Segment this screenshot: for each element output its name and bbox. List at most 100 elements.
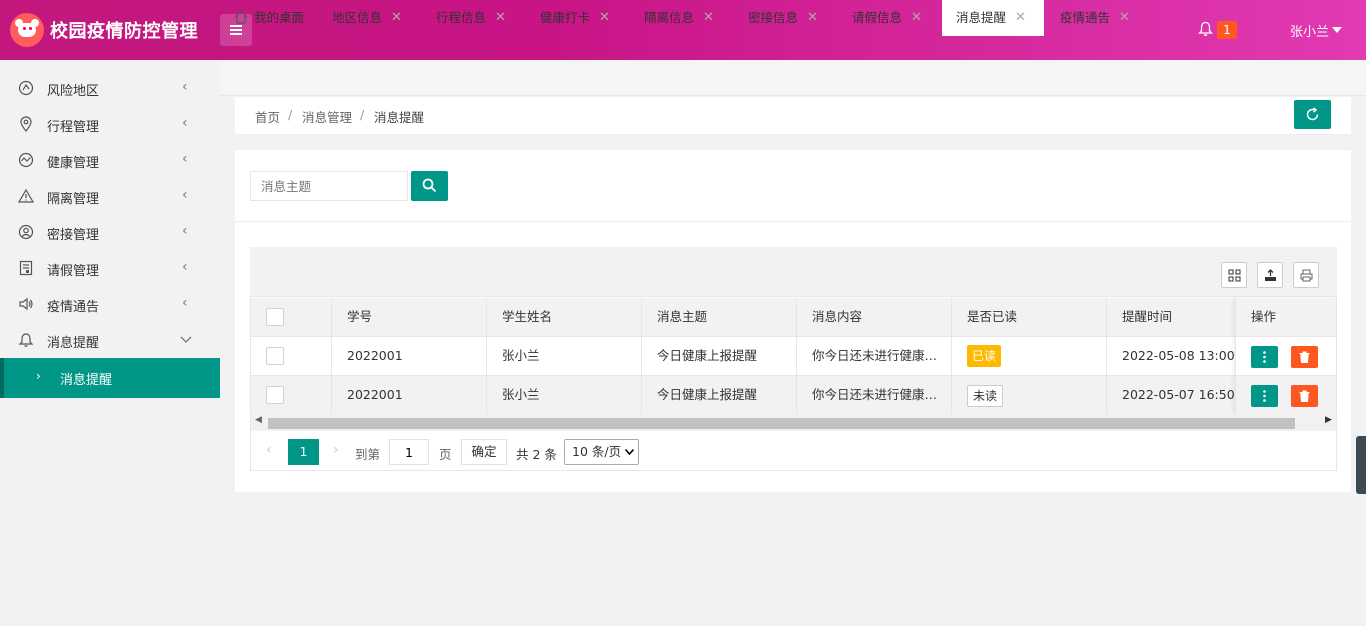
- scroll-left-icon[interactable]: ◀: [255, 415, 262, 425]
- column-header-content[interactable]: 消息内容: [812, 297, 862, 336]
- divider: [951, 298, 952, 415]
- map-icon: [18, 80, 34, 96]
- sidebar-item-leave[interactable]: 请假管理 ‹: [0, 250, 220, 286]
- close-icon[interactable]: ✕: [391, 0, 402, 36]
- chevron-down-icon: [625, 449, 634, 455]
- scroll-right-icon[interactable]: ▶: [1325, 415, 1332, 425]
- cell-content: 你今日还未进行健康…: [812, 387, 937, 402]
- breadcrumb-message-mgmt[interactable]: 消息管理: [302, 107, 352, 126]
- tab-home[interactable]: 我的桌面: [220, 0, 320, 36]
- bell-icon[interactable]: [1198, 21, 1213, 37]
- sidebar-item-health[interactable]: 健康管理 ‹: [0, 142, 220, 178]
- warning-icon: [18, 188, 34, 203]
- divider: [1106, 298, 1107, 415]
- more-vertical-icon: [1263, 390, 1266, 402]
- select-all-checkbox[interactable]: [266, 308, 284, 326]
- chevron-right-icon: ›: [36, 369, 41, 383]
- breadcrumb-home[interactable]: 首页: [255, 107, 280, 126]
- logo-icon: [10, 13, 44, 47]
- sidebar-item-notice[interactable]: 疫情通告 ‹: [0, 286, 220, 322]
- print-button[interactable]: [1293, 262, 1319, 288]
- sidebar-item-risk-area[interactable]: 风险地区 ‹: [0, 70, 220, 106]
- row-checkbox[interactable]: [266, 386, 284, 404]
- more-vertical-icon: [1263, 351, 1266, 363]
- total-count: 共 2 条: [516, 447, 557, 462]
- cell-student-id: 2022001: [347, 348, 403, 363]
- print-icon: [1300, 269, 1313, 282]
- table-toolbar: [250, 247, 1337, 297]
- search-input[interactable]: [250, 171, 408, 201]
- columns-filter-button[interactable]: [1221, 262, 1247, 288]
- tab-isolation-info[interactable]: 隔离信息 ✕: [632, 0, 736, 36]
- delete-button[interactable]: [1291, 385, 1318, 407]
- tab-label: 消息提醒: [956, 10, 1007, 25]
- column-header-read-status[interactable]: 是否已读: [967, 297, 1017, 336]
- next-page-icon[interactable]: ›: [333, 442, 339, 458]
- cell-subject: 今日健康上报提醒: [657, 348, 758, 363]
- side-widget-handle[interactable]: [1356, 436, 1366, 494]
- refresh-button[interactable]: [1294, 100, 1331, 129]
- cell-subject: 今日健康上报提醒: [657, 387, 758, 402]
- tab-area-info[interactable]: 地区信息 ✕: [320, 0, 424, 36]
- delete-button[interactable]: [1291, 346, 1318, 368]
- column-header-student-id[interactable]: 学号: [347, 297, 372, 336]
- goto-label: 到第: [355, 447, 381, 462]
- cell-content: 你今日还未进行健康…: [812, 348, 937, 363]
- tab-label: 请假信息: [852, 10, 903, 25]
- status-badge: 未读: [967, 385, 1003, 407]
- prev-page-icon[interactable]: ‹: [266, 442, 272, 458]
- app-title: 校园疫情防控管理: [50, 21, 198, 42]
- close-icon[interactable]: ✕: [911, 0, 922, 36]
- chevron-left-icon: ‹: [182, 223, 188, 239]
- row-checkbox[interactable]: [266, 347, 284, 365]
- speaker-icon: [19, 297, 33, 311]
- tab-contact-info[interactable]: 密接信息 ✕: [736, 0, 840, 36]
- column-header-student-name[interactable]: 学生姓名: [502, 297, 552, 336]
- grid-icon: [1228, 269, 1241, 282]
- close-icon[interactable]: ✕: [599, 0, 610, 36]
- close-icon[interactable]: ✕: [703, 0, 714, 36]
- chart-icon: [18, 152, 34, 168]
- cell-student-name: 张小兰: [502, 387, 540, 402]
- tab-label: 密接信息: [748, 10, 799, 25]
- page-current[interactable]: 1: [288, 439, 319, 465]
- tab-leave-info[interactable]: 请假信息 ✕: [840, 0, 944, 36]
- tab-message-reminder[interactable]: 消息提醒 ✕: [942, 0, 1044, 36]
- user-name[interactable]: 张小兰: [1290, 21, 1329, 40]
- page-size-select[interactable]: 10 条/页: [564, 439, 639, 465]
- sidebar-item-trip[interactable]: 行程管理 ‹: [0, 106, 220, 142]
- column-header-remind-time[interactable]: 提醒时间: [1122, 297, 1172, 336]
- bell-icon: [18, 333, 34, 347]
- export-icon: [1265, 269, 1276, 281]
- tab-epidemic-notice[interactable]: 疫情通告 ✕: [1044, 0, 1148, 36]
- sidebar-item-close-contact[interactable]: 密接管理 ‹: [0, 214, 220, 250]
- goto-confirm-button[interactable]: 确定: [461, 439, 507, 465]
- divider: [235, 221, 1351, 222]
- tab-trip-info[interactable]: 行程信息 ✕: [424, 0, 528, 36]
- chevron-left-icon: ‹: [182, 79, 188, 95]
- sidebar-subitem-message-reminder[interactable]: › 消息提醒: [0, 358, 220, 398]
- page-unit-label: 页: [439, 447, 452, 462]
- breadcrumb-separator: /: [360, 107, 365, 122]
- column-header-subject[interactable]: 消息主题: [657, 297, 707, 336]
- caret-down-icon[interactable]: [1332, 27, 1342, 33]
- chevron-left-icon: ‹: [182, 151, 188, 167]
- close-icon[interactable]: ✕: [1119, 0, 1130, 36]
- scrollbar-thumb[interactable]: [268, 418, 1295, 429]
- sidebar-item-message[interactable]: 消息提醒: [0, 322, 220, 358]
- more-button[interactable]: [1251, 385, 1278, 407]
- calendar-icon: [19, 260, 33, 276]
- sidebar-item-label: 健康管理: [47, 156, 100, 171]
- search-button[interactable]: [411, 171, 448, 201]
- tab-label: 行程信息: [436, 10, 487, 25]
- close-icon[interactable]: ✕: [1015, 0, 1026, 36]
- breadcrumb-current: 消息提醒: [374, 110, 425, 125]
- more-button[interactable]: [1251, 346, 1278, 368]
- close-icon[interactable]: ✕: [807, 0, 818, 36]
- divider: [251, 375, 1336, 376]
- sidebar-item-isolation[interactable]: 隔离管理 ‹: [0, 178, 220, 214]
- goto-page-input[interactable]: [389, 439, 429, 465]
- tab-health-checkin[interactable]: 健康打卡 ✕: [528, 0, 632, 36]
- export-button[interactable]: [1257, 262, 1283, 288]
- close-icon[interactable]: ✕: [495, 0, 506, 36]
